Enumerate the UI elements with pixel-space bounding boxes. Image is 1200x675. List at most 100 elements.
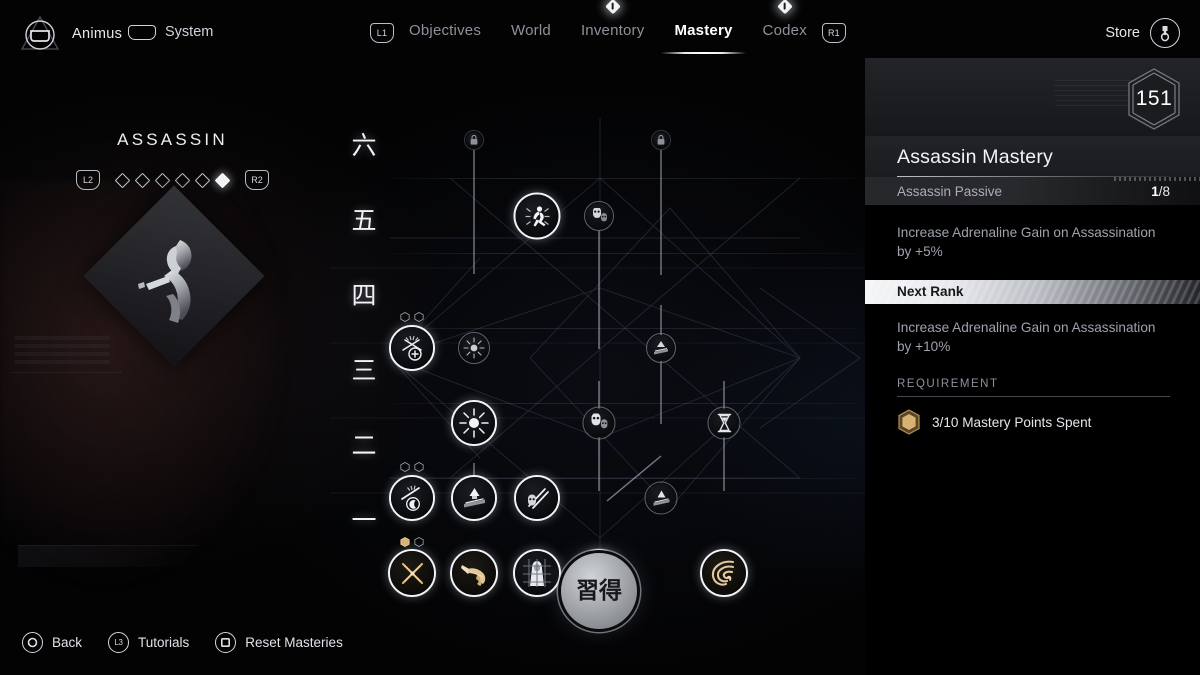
class-pip[interactable]	[114, 172, 131, 188]
store-button[interactable]: Store	[1105, 18, 1180, 48]
current-rank-description: Increase Adrenaline Gain on Assassinatio…	[897, 225, 1156, 260]
notification-diamond-icon	[604, 0, 621, 15]
next-rank-header: Next Rank	[865, 279, 1200, 304]
tab-bar: L1 Objectives World Inventory Mastery Co…	[370, 0, 846, 54]
animus-button[interactable]: Animus	[18, 12, 122, 56]
mastery-emblem[interactable]: 習得	[561, 553, 637, 629]
hex-pip-filled	[400, 537, 410, 547]
action-reset-masteries[interactable]: Reset Masteries	[215, 632, 343, 653]
node-rank-pips	[400, 537, 424, 547]
requirement-header: REQUIREMENT	[897, 378, 999, 391]
node-double-assassinate[interactable]	[584, 201, 614, 231]
class-pip[interactable]	[154, 172, 171, 188]
burst-icon	[463, 337, 485, 359]
skulls-icon	[589, 413, 610, 433]
next-rank-label: Next Rank	[897, 284, 964, 300]
tab-objectives[interactable]: Objectives	[394, 16, 496, 45]
tab-codex[interactable]: Codex	[748, 0, 822, 45]
panel-title: Assassin Mastery	[897, 146, 1053, 168]
blade-moon-icon	[397, 483, 427, 513]
mastery-points-badge: 151	[1124, 66, 1184, 132]
hex-pip-empty	[414, 537, 424, 547]
deco-block	[14, 336, 110, 340]
panel-title-block: Assassin Mastery	[865, 136, 1200, 177]
node-rank-pips	[400, 312, 424, 322]
hex-pip-empty	[414, 462, 424, 472]
class-pip-active[interactable]	[214, 172, 231, 188]
l3-label: L3	[114, 638, 123, 647]
l1-bumper-icon[interactable]: L1	[370, 22, 394, 43]
next-rank-description: Increase Adrenaline Gain on Assassinatio…	[897, 319, 1156, 354]
bottom-action-bar: Back L3 Tutorials Reset Masteries	[22, 632, 343, 653]
l3-stick-icon: L3	[108, 632, 130, 653]
node-locked-right[interactable]	[651, 130, 671, 150]
r1-bumper-icon[interactable]: R1	[821, 22, 846, 43]
mastery-points-value: 151	[1135, 87, 1173, 110]
r2-bumper-icon[interactable]: R2	[245, 170, 269, 190]
node-time-slow[interactable]	[707, 406, 741, 440]
hex-pip-empty	[414, 312, 424, 322]
class-pip[interactable]	[134, 172, 151, 188]
animus-label: Animus	[72, 26, 123, 42]
node-sprint-assassinate[interactable]	[513, 192, 561, 240]
requirement-text: 3/10 Mastery Points Spent	[932, 414, 1092, 430]
action-label: Back	[52, 635, 83, 650]
top-navigation-bar: Animus System L1 Objectives World Invent…	[0, 0, 1200, 58]
action-back[interactable]: Back	[22, 632, 82, 653]
blade-arrow-icon	[650, 487, 672, 509]
padlock-icon	[469, 134, 479, 146]
node-stealth-takedown[interactable]	[646, 333, 676, 363]
node-chain-assassination[interactable]	[582, 406, 616, 440]
blades-cross-heal-icon	[397, 333, 428, 364]
assassin-portrait-image	[110, 212, 238, 340]
assassin-portrait	[83, 185, 265, 367]
burst-icon	[459, 408, 489, 438]
crossed-blades-icon	[397, 558, 428, 589]
skulls-icon	[590, 207, 609, 225]
blade-arrow-icon	[460, 484, 489, 513]
deco-block	[14, 344, 110, 348]
rank-current: 1	[1151, 183, 1159, 199]
animus-logo-icon	[18, 12, 62, 56]
ear-swirl-icon	[708, 557, 740, 589]
node-aerial-assassinate[interactable]	[644, 481, 678, 515]
system-label: System	[165, 24, 214, 40]
caged-figure-icon	[521, 557, 553, 589]
node-assassin-passive[interactable]	[388, 549, 436, 597]
node-adrenaline-surge[interactable]	[451, 400, 497, 446]
node-health-on-kill[interactable]	[389, 325, 435, 371]
hourglass-icon	[715, 413, 733, 434]
requirement-row: 3/10 Mastery Points Spent	[865, 397, 1200, 435]
class-pip[interactable]	[174, 172, 191, 188]
hex-pip-empty	[400, 312, 410, 322]
rank-label: Assassin Passive	[897, 183, 1003, 199]
tab-label: Mastery	[674, 22, 733, 39]
tab-label: World	[511, 22, 551, 39]
mastery-point-hex-icon	[898, 409, 920, 435]
tab-inventory[interactable]: Inventory	[566, 0, 660, 45]
node-tool-damage[interactable]	[451, 475, 497, 521]
tab-mastery[interactable]: Mastery	[659, 16, 747, 54]
node-silent-ear[interactable]	[700, 549, 748, 597]
deco-block	[14, 360, 110, 364]
hex-pip-empty	[400, 462, 410, 472]
node-hidden-blade-i[interactable]	[450, 549, 498, 597]
node-night-strike[interactable]	[389, 475, 435, 521]
action-tutorials[interactable]: L3 Tutorials	[108, 632, 189, 653]
store-key-icon	[1150, 18, 1180, 48]
node-radiant-burst[interactable]	[458, 332, 490, 364]
node-rank-pips	[400, 462, 424, 472]
deco-block	[14, 352, 110, 356]
node-locked-left[interactable]	[464, 130, 484, 150]
tab-world[interactable]: World	[496, 16, 566, 45]
class-title: ASSASSIN	[117, 130, 228, 149]
class-pip[interactable]	[194, 172, 211, 188]
circle-button-icon	[22, 632, 43, 653]
l2-bumper-icon[interactable]: L2	[76, 170, 100, 190]
panel-header: 151	[865, 58, 1200, 136]
system-button[interactable]: System	[128, 24, 213, 40]
node-shadow-step[interactable]	[513, 549, 561, 597]
node-death-from-above[interactable]	[514, 475, 560, 521]
padlock-icon	[656, 134, 666, 146]
square-button-icon	[215, 632, 237, 653]
